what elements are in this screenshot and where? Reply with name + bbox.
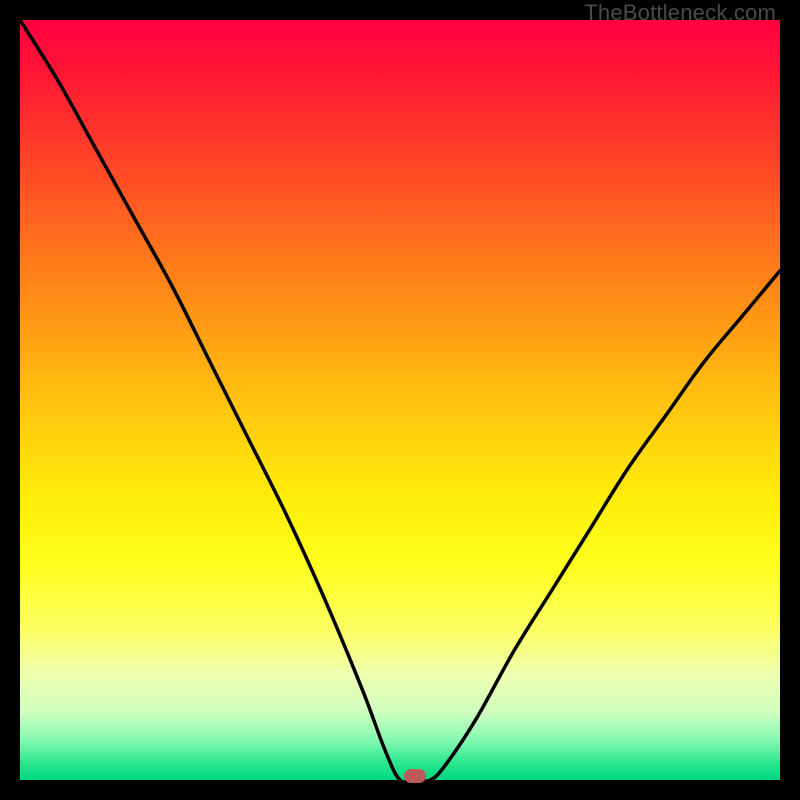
watermark-text: TheBottleneck.com (584, 0, 776, 26)
curve-path (20, 20, 780, 780)
optimal-marker (404, 769, 426, 783)
bottleneck-curve (20, 20, 780, 780)
chart-frame: TheBottleneck.com (0, 0, 800, 800)
plot-area (20, 20, 780, 780)
